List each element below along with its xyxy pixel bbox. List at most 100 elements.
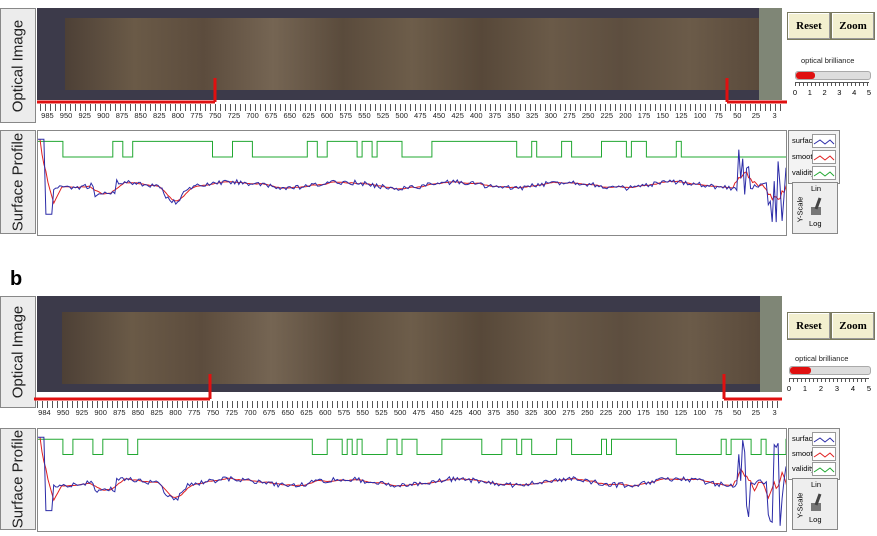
surface-trace (38, 436, 787, 526)
surface-profile-label: Surface Profile (0, 130, 36, 234)
brilliance-tick-label: 4 (850, 384, 856, 393)
surface-profile-plot[interactable] (37, 428, 791, 532)
ruler-tick-label: 125 (675, 111, 688, 120)
validity-trace (38, 438, 791, 455)
ruler-ticks (37, 401, 782, 408)
selection-markers[interactable] (34, 372, 784, 402)
yscale-toggle[interactable]: Lin Y-Scale Log (792, 478, 838, 530)
controls-a: Reset Zoom optical brilliance 01 2 3 45 (787, 8, 877, 128)
ruler-tick-label: 775 (190, 111, 203, 120)
ruler-tick-label: 925 (75, 408, 89, 417)
ruler-tick-label: 675 (262, 408, 276, 417)
zoom-button[interactable]: Zoom (831, 12, 875, 40)
ruler-tick-label: 225 (600, 111, 614, 120)
ruler-tick-label: 25 (751, 111, 761, 120)
ruler-tick-label: 825 (150, 408, 164, 417)
ruler-tick-label: 925 (78, 111, 91, 120)
ruler-tick-label: 400 (468, 408, 482, 417)
surface-profile-label: Surface Profile (0, 428, 36, 530)
brilliance-tick-label: 2 (822, 88, 827, 97)
ruler-tick-label: 200 (618, 408, 632, 417)
reset-button[interactable]: Reset (787, 12, 831, 40)
profile-svg (38, 436, 791, 526)
ruler-tick-label: 725 (225, 408, 238, 417)
brilliance-tick-labels: 012345 (787, 384, 872, 393)
yscale-axis-label: Y-Scale (795, 492, 805, 519)
optical-image-label: Optical Image (0, 296, 36, 408)
ruler-tick-label: 750 (208, 111, 222, 120)
ruler-tick-label: 75 (714, 111, 723, 120)
ruler-tick-label: 275 (562, 408, 575, 417)
depth-ruler: 984 950 925 900 875 850 825 800 775 750 725 700 675 6… (37, 401, 782, 421)
ruler-tick-label: 600 (318, 408, 332, 417)
ruler-tick-label: 650 (283, 111, 297, 120)
yscale-lin-label: Lin (811, 480, 822, 489)
ruler-tick-label: 350 (507, 111, 520, 120)
ruler-tick-label: 850 (134, 111, 147, 120)
brilliance-fill (796, 72, 816, 79)
brilliance-slider[interactable] (795, 71, 871, 80)
depth-ruler: 985 950 925 900 875 850 825 800 775 750 725 700 675 6… (40, 104, 782, 124)
ruler-tick-label: 75 (714, 408, 723, 417)
ruler-tick-label: 800 (169, 408, 182, 417)
ruler-tick-labels: 985 950 925 900 875 850 825 800 775 750 725 700 675 6… (40, 111, 782, 122)
ruler-tick-label: 950 (59, 111, 73, 120)
ruler-tick-label: 700 (246, 111, 259, 120)
brilliance-tick-label: 5 (866, 384, 872, 393)
surface-profile-plot[interactable] (37, 130, 791, 236)
ruler-tick-label: 400 (469, 111, 483, 120)
legend-validity-swatch (812, 166, 836, 180)
ruler-tick-label: 575 (339, 111, 352, 120)
ruler-tick-label: 325 (525, 111, 539, 120)
ruler-tick-label: 425 (451, 111, 464, 120)
legend-surface-swatch (812, 432, 836, 446)
legend-validity-swatch (812, 462, 836, 476)
yscale-lin-label: Lin (811, 184, 822, 193)
ruler-tick-label: 625 (300, 408, 313, 417)
ruler-tick-label: 475 (414, 111, 427, 120)
zoom-button[interactable]: Zoom (831, 312, 875, 340)
ruler-tick-label: 450 (432, 111, 446, 120)
yscale-toggle[interactable]: Lin Y-Scale Log (792, 182, 838, 234)
toggle-switch-icon (811, 493, 822, 511)
brilliance-tick-label: 3 (837, 88, 842, 97)
brilliance-tick-labels: 012345 (793, 88, 872, 97)
ruler-tick-label: 575 (337, 408, 351, 417)
profile-svg (38, 138, 791, 223)
ruler-tick-label: 50 (733, 111, 742, 120)
ruler-tick-label: 100 (693, 111, 707, 120)
panel-b: Optical Image 984 950 925 900 875 850 825 800 77… (0, 262, 877, 532)
brilliance-slider[interactable] (789, 366, 871, 375)
ruler-tick-label: 175 (637, 111, 651, 120)
ruler-tick-label: 175 (637, 408, 650, 417)
reset-button[interactable]: Reset (787, 312, 831, 340)
ruler-tick-label: 600 (320, 111, 334, 120)
ruler-tick-label: 500 (395, 111, 408, 120)
ruler-tick-label: 150 (656, 111, 669, 120)
legend-surface-swatch (812, 134, 836, 148)
optical-image-label: Optical Image (0, 8, 36, 123)
yscale-log-label: Log (809, 515, 822, 524)
validity-trace (38, 140, 791, 158)
brilliance-label: optical brilliance (795, 354, 849, 363)
ruler-tick-label: 200 (619, 111, 632, 120)
smoothed-trace (39, 139, 789, 205)
ruler-tick-label: 900 (94, 408, 107, 417)
brilliance-tick-label: 5 (866, 88, 872, 97)
ruler-tick-label: 300 (543, 408, 557, 417)
ruler-tick-label: 3 (772, 111, 777, 120)
ruler-tick-label: 50 (732, 408, 742, 417)
ruler-tick-label: 700 (244, 408, 257, 417)
ruler-tick-label: 984 (38, 408, 51, 417)
ruler-tick-label: 125 (674, 408, 688, 417)
ruler-tick-label: 250 (581, 111, 595, 120)
ruler-tick-label: 625 (302, 111, 315, 120)
ruler-tick-labels: 984 950 925 900 875 850 825 800 775 750 725 700 675 6… (37, 408, 782, 419)
ruler-tick-label: 775 (187, 408, 201, 417)
smoothed-trace (39, 437, 789, 502)
selection-markers[interactable] (37, 76, 787, 106)
yscale-axis-label: Y-Scale (795, 196, 805, 223)
ruler-tick-label: 725 (227, 111, 241, 120)
ruler-ticks (40, 104, 782, 111)
ruler-tick-label: 500 (393, 408, 407, 417)
